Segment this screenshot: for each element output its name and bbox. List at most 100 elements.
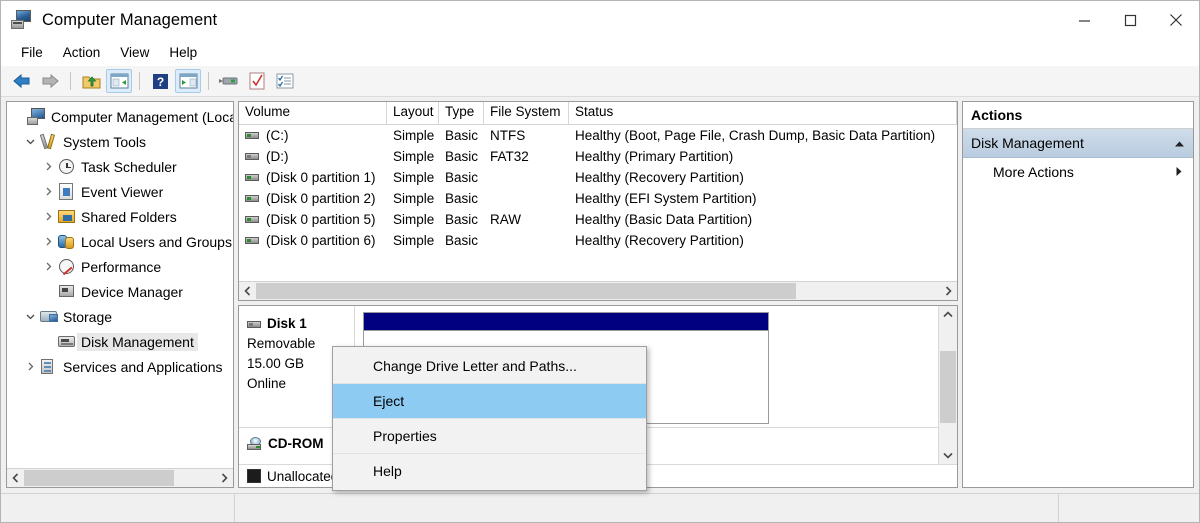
show-hide-action-pane-icon[interactable] (175, 69, 201, 93)
sidebar-item-task-scheduler[interactable]: Task Scheduler (7, 154, 233, 179)
sidebar-item-label: Device Manager (81, 283, 183, 300)
scroll-thumb[interactable] (256, 283, 796, 299)
window-title: Computer Management (42, 10, 218, 29)
column-header-layout[interactable]: Layout (387, 102, 439, 124)
title-bar: Computer Management (1, 1, 1199, 39)
chevron-down-icon[interactable] (21, 312, 39, 321)
sidebar-item-storage[interactable]: Storage (7, 304, 233, 329)
scroll-left-icon[interactable] (7, 469, 24, 487)
cell-file-system: RAW (490, 212, 521, 227)
column-header-file-system[interactable]: File System (484, 102, 569, 124)
refresh-icon[interactable] (244, 69, 270, 93)
cell-type: Basic (445, 128, 479, 143)
scroll-right-icon[interactable] (216, 469, 233, 487)
chevron-right-icon[interactable] (21, 362, 39, 371)
show-hide-console-tree-icon[interactable] (106, 69, 132, 93)
actions-pane-title: Actions (963, 102, 1193, 129)
cell-status: Healthy (Recovery Partition) (575, 170, 744, 185)
close-button[interactable] (1153, 1, 1199, 39)
sidebar-item-label: Task Scheduler (81, 158, 177, 175)
help-icon[interactable]: ? (147, 69, 173, 93)
context-menu-item-eject[interactable]: Eject (333, 384, 646, 419)
actions-group-disk-management[interactable]: Disk Management (963, 129, 1193, 158)
scroll-thumb[interactable] (940, 351, 956, 423)
system-tools-icon (39, 133, 59, 151)
properties-icon[interactable] (216, 69, 242, 93)
tree-horizontal-scrollbar[interactable] (7, 468, 233, 487)
chevron-right-icon[interactable] (39, 237, 57, 246)
drive-icon (245, 174, 259, 181)
drive-icon (245, 195, 259, 202)
scroll-down-icon[interactable] (939, 447, 957, 464)
scroll-track[interactable] (256, 282, 940, 300)
column-header-status[interactable]: Status (569, 102, 957, 124)
cell-type: Basic (445, 149, 479, 164)
table-row[interactable]: (Disk 0 partition 6) Simple Basic Health… (239, 230, 957, 251)
actions-item-more-actions[interactable]: More Actions (963, 158, 1193, 186)
cell-layout: Simple (393, 149, 435, 164)
table-row[interactable]: (Disk 0 partition 1) Simple Basic Health… (239, 167, 957, 188)
chevron-down-icon[interactable] (21, 137, 39, 146)
menu-help[interactable]: Help (159, 42, 207, 63)
sidebar-item-event-viewer[interactable]: Event Viewer (7, 179, 233, 204)
context-menu-item-change-drive-letter[interactable]: Change Drive Letter and Paths... (333, 349, 646, 384)
table-row[interactable]: (D:) Simple Basic FAT32 Healthy (Primary… (239, 146, 957, 167)
context-menu-item-properties[interactable]: Properties (333, 419, 646, 454)
sidebar-item-performance[interactable]: Performance (7, 254, 233, 279)
column-header-volume[interactable]: Volume (239, 102, 387, 124)
scroll-thumb[interactable] (24, 470, 174, 486)
sidebar-item-label: Event Viewer (81, 183, 164, 200)
export-list-icon[interactable] (272, 69, 298, 93)
chevron-right-icon[interactable] (39, 162, 57, 171)
chevron-right-icon[interactable] (39, 212, 57, 221)
scroll-left-icon[interactable] (239, 282, 256, 300)
event-viewer-icon (57, 182, 77, 201)
sidebar-item-disk-management[interactable]: Disk Management (7, 329, 233, 354)
chevron-right-icon[interactable] (39, 187, 57, 196)
sidebar-item-label: Storage (63, 308, 113, 325)
cell-volume: (C:) (266, 128, 289, 143)
menu-action[interactable]: Action (53, 42, 111, 63)
scroll-track[interactable] (939, 323, 957, 447)
shared-folders-icon (57, 208, 77, 226)
table-row[interactable]: (Disk 0 partition 5) Simple Basic RAW He… (239, 209, 957, 230)
disk-vertical-scrollbar[interactable] (938, 306, 957, 464)
table-row[interactable]: (C:) Simple Basic NTFS Healthy (Boot, Pa… (239, 125, 957, 146)
up-folder-icon[interactable] (78, 69, 104, 93)
sidebar-item-device-manager[interactable]: Device Manager (7, 279, 233, 304)
menu-file[interactable]: File (11, 42, 53, 63)
cdrom-name: CD-ROM (268, 436, 324, 451)
table-row[interactable]: (Disk 0 partition 2) Simple Basic Health… (239, 188, 957, 209)
cell-volume: (Disk 0 partition 5) (266, 212, 376, 227)
sidebar-item-local-users-and-groups[interactable]: Local Users and Groups (7, 229, 233, 254)
back-icon[interactable] (9, 69, 35, 93)
sidebar-item-system-tools[interactable]: System Tools (7, 129, 233, 154)
scroll-up-icon[interactable] (939, 306, 957, 323)
toolbar-separator (208, 72, 209, 90)
minimize-button[interactable] (1061, 1, 1107, 39)
sidebar-item-services-and-applications[interactable]: Services and Applications (7, 354, 233, 379)
chevron-up-icon[interactable] (1174, 135, 1185, 151)
sidebar-item-shared-folders[interactable]: Shared Folders (7, 204, 233, 229)
cell-file-system: NTFS (490, 128, 526, 143)
cdrom-icon (247, 436, 263, 451)
sidebar-item-label: System Tools (63, 133, 146, 150)
forward-icon[interactable] (37, 69, 63, 93)
chevron-right-icon[interactable] (1175, 164, 1183, 180)
actions-item-label: More Actions (993, 164, 1074, 180)
volume-list-horizontal-scrollbar[interactable] (239, 281, 957, 300)
svg-text:?: ? (156, 75, 163, 89)
cell-type: Basic (445, 170, 479, 185)
maximize-button[interactable] (1107, 1, 1153, 39)
scroll-track[interactable] (24, 469, 216, 487)
context-menu-item-help[interactable]: Help (333, 454, 646, 488)
column-header-type[interactable]: Type (439, 102, 484, 124)
cell-volume: (Disk 0 partition 6) (266, 233, 376, 248)
toolbar-separator (70, 72, 71, 90)
menu-view[interactable]: View (110, 42, 159, 63)
computer-management-icon (11, 10, 33, 30)
sidebar-item-computer-management[interactable]: Computer Management (Local (7, 104, 233, 129)
chevron-right-icon[interactable] (39, 262, 57, 271)
status-cell-right (1059, 494, 1199, 522)
scroll-right-icon[interactable] (940, 282, 957, 300)
